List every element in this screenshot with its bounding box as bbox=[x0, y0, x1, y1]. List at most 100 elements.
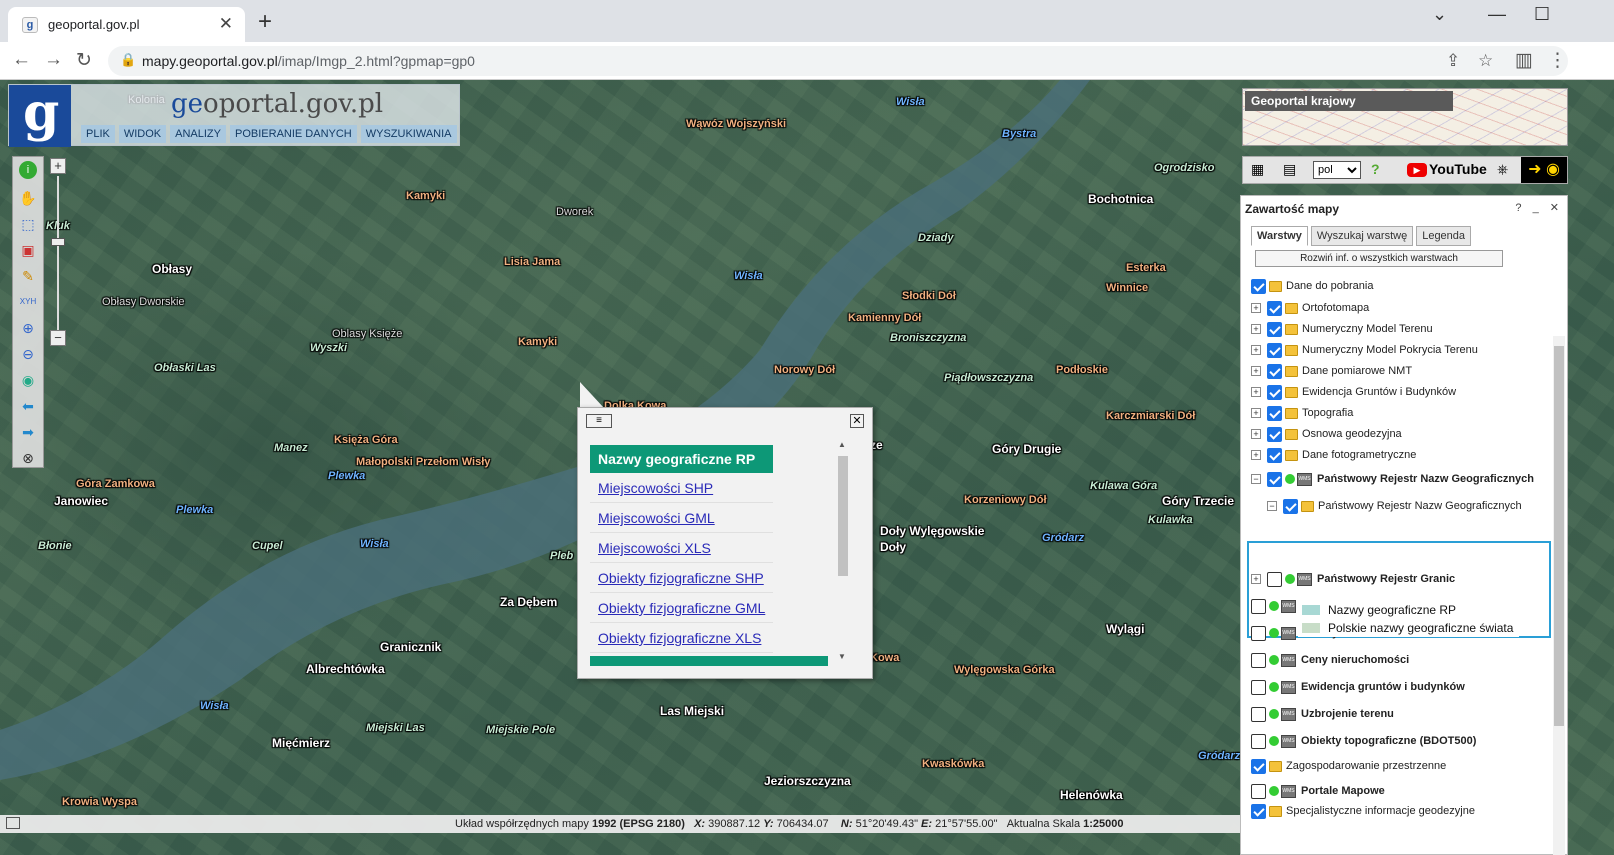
menu-analizy[interactable]: ANALIZY bbox=[170, 125, 226, 143]
popup-menu-icon[interactable]: ≡ bbox=[586, 414, 612, 428]
full-extent-globe-icon[interactable]: ◉ bbox=[17, 369, 39, 391]
expand-toggle-icon[interactable]: + bbox=[1251, 387, 1261, 397]
layer-checkbox[interactable] bbox=[1267, 384, 1282, 400]
reload-icon[interactable]: ↻ bbox=[76, 49, 92, 72]
layer-checkbox[interactable] bbox=[1267, 447, 1282, 463]
zoom-in-icon[interactable]: ⊕ bbox=[17, 317, 39, 339]
layer-checkbox[interactable] bbox=[1267, 471, 1282, 487]
expand-toggle-icon[interactable]: + bbox=[1251, 303, 1261, 313]
layer-label[interactable]: Ceny nieruchomości bbox=[1301, 654, 1409, 666]
status-toggle-icon[interactable] bbox=[6, 817, 20, 829]
layer-checkbox[interactable] bbox=[1267, 426, 1282, 442]
layer-checkbox[interactable] bbox=[1267, 300, 1282, 316]
browser-menu-icon[interactable]: ⋮ bbox=[1548, 49, 1567, 72]
back-arrow-icon[interactable]: ← bbox=[12, 49, 31, 71]
link-obiekty-xls[interactable]: Obiekty fizjograficzne XLS bbox=[590, 623, 773, 653]
popup-scrollbar[interactable]: ▲ ▼ bbox=[836, 438, 850, 664]
close-tab-icon[interactable]: ✕ bbox=[219, 14, 233, 34]
info-icon[interactable]: i bbox=[19, 161, 37, 179]
tab-legenda[interactable]: Legenda bbox=[1416, 226, 1472, 246]
menu-widok[interactable]: WIDOK bbox=[118, 125, 167, 143]
expand-toggle-icon[interactable]: + bbox=[1251, 574, 1261, 584]
layer-checkbox[interactable] bbox=[1251, 803, 1266, 819]
layer-label[interactable]: Numeryczny Model Terenu bbox=[1302, 323, 1433, 335]
zoom-slider-track[interactable] bbox=[57, 176, 59, 330]
url-input[interactable]: 🔒 mapy.geoportal.gov.pl/imap/Imgp_2.html… bbox=[108, 46, 1568, 76]
layer-label[interactable]: Państwowy Rejestr Granic bbox=[1317, 573, 1455, 585]
help-icon[interactable]: ? bbox=[1371, 161, 1380, 177]
layer-label[interactable]: Numeryczny Model Pokrycia Terenu bbox=[1302, 344, 1478, 356]
maximize-window-icon[interactable]: ☐ bbox=[1534, 4, 1550, 25]
share-icon[interactable]: ⇪ bbox=[1446, 51, 1460, 71]
layer-checkbox[interactable] bbox=[1251, 278, 1266, 294]
expand-toggle-icon[interactable]: + bbox=[1251, 450, 1261, 460]
layer-checkbox[interactable] bbox=[1251, 733, 1266, 749]
high-contrast-eye-icon[interactable]: ➜ ◉ bbox=[1521, 157, 1567, 183]
scroll-down-icon[interactable]: ▼ bbox=[838, 652, 846, 661]
accessibility-wheel-icon[interactable]: ⎈ bbox=[1497, 161, 1508, 178]
layer-label[interactable]: Ortofotomapa bbox=[1302, 302, 1369, 314]
zoom-slider-thumb[interactable] bbox=[51, 238, 65, 246]
layer-label[interactable]: Państwowy Rejestr Nazw Geograficznych bbox=[1317, 473, 1534, 485]
calculator-icon[interactable]: ▦ bbox=[1251, 161, 1264, 178]
layer-label[interactable]: Osnowa geodezyjna bbox=[1302, 428, 1402, 440]
expand-toggle-icon[interactable]: + bbox=[1251, 408, 1261, 418]
youtube-link[interactable]: ▶ YouTube bbox=[1407, 161, 1487, 178]
select-rectangle-icon[interactable]: ⬚ bbox=[17, 213, 39, 235]
window-minimize-chevron-icon[interactable]: ⌄ bbox=[1432, 4, 1447, 25]
next-view-arrow-icon[interactable]: ➡ bbox=[17, 421, 39, 443]
layer-checkbox[interactable] bbox=[1267, 571, 1282, 587]
layer-checkbox[interactable] bbox=[1267, 321, 1282, 337]
link-miejscowosci-xls[interactable]: Miejscowości XLS bbox=[590, 533, 773, 563]
layer-label[interactable]: Specjalistyczne informacje geodezyjne bbox=[1286, 805, 1475, 817]
forward-arrow-icon[interactable]: → bbox=[44, 49, 63, 71]
menu-pobieranie-danych[interactable]: POBIERANIE DANYCH bbox=[230, 125, 357, 143]
expand-toggle-icon[interactable]: + bbox=[1251, 429, 1261, 439]
expand-toggle-icon[interactable]: + bbox=[1251, 345, 1261, 355]
layer-checkbox[interactable] bbox=[1251, 758, 1266, 774]
language-select[interactable]: pol bbox=[1313, 161, 1361, 179]
zoom-slider[interactable]: + − bbox=[48, 158, 68, 348]
layer-checkbox[interactable] bbox=[1251, 783, 1266, 799]
map-canvas[interactable]: KoloniaWisłaWąwóz WojszyńskiBystraOgrodz… bbox=[0, 80, 1614, 855]
tab-warstwy[interactable]: Warstwy bbox=[1251, 226, 1308, 246]
layer-checkbox[interactable] bbox=[1251, 652, 1266, 668]
layer-label[interactable]: Topografia bbox=[1302, 407, 1353, 419]
layer-label[interactable]: Dane fotogrametryczne bbox=[1302, 449, 1416, 461]
link-miejscowosci-gml[interactable]: Miejscowości GML bbox=[590, 503, 773, 533]
layer-checkbox[interactable] bbox=[1283, 498, 1298, 514]
menu-plik[interactable]: PLIK bbox=[81, 125, 115, 143]
clear-icon[interactable]: ⊗ bbox=[17, 447, 39, 469]
layer-label[interactable]: Obiekty topograficzne (BDOT500) bbox=[1301, 735, 1476, 747]
layer-label[interactable]: Zagospodarowanie przestrzenne bbox=[1286, 760, 1446, 772]
zoom-slider-plus-icon[interactable]: + bbox=[50, 158, 66, 174]
expand-toggle-icon[interactable]: − bbox=[1251, 474, 1261, 484]
browser-tab[interactable]: g geoportal.gov.pl ✕ bbox=[8, 7, 245, 42]
panel-scrollbar[interactable] bbox=[1553, 336, 1565, 855]
layer-label[interactable]: Dane pomiarowe NMT bbox=[1302, 365, 1412, 377]
draw-pencil-icon[interactable]: ✎ bbox=[17, 265, 39, 287]
expand-toggle-icon[interactable]: + bbox=[1251, 324, 1261, 334]
sidebar-toggle-icon[interactable]: ▥ bbox=[1515, 49, 1533, 72]
layer-label[interactable]: Dane do pobrania bbox=[1286, 280, 1373, 292]
layer-checkbox[interactable] bbox=[1267, 405, 1282, 421]
layer-checkbox[interactable] bbox=[1251, 625, 1266, 641]
tab-wyszukaj-warstwe[interactable]: Wyszukaj warstwę bbox=[1310, 226, 1414, 246]
new-tab-button[interactable]: + bbox=[258, 8, 272, 36]
bookmark-star-icon[interactable]: ☆ bbox=[1478, 51, 1493, 71]
pan-hand-icon[interactable]: ✋ bbox=[17, 187, 39, 209]
select-area-icon[interactable]: ▣ bbox=[17, 239, 39, 261]
panel-controls[interactable]: ? _ ✕ bbox=[1515, 201, 1563, 214]
link-miejscowosci-shp[interactable]: Miejscowości SHP bbox=[590, 473, 773, 503]
geoportal-logo[interactable]: g bbox=[9, 85, 71, 147]
scroll-up-icon[interactable]: ▲ bbox=[838, 440, 846, 449]
overview-minimap[interactable]: Geoportal krajowy bbox=[1242, 88, 1568, 146]
minimize-window-icon[interactable]: — bbox=[1488, 4, 1506, 25]
layer-label[interactable]: Ewidencja gruntów i budynków bbox=[1301, 681, 1465, 693]
layer-label[interactable]: Portale Mapowe bbox=[1301, 785, 1385, 797]
zoom-out-icon[interactable]: ⊖ bbox=[17, 343, 39, 365]
layer-label[interactable]: Ewidencja Gruntów i Budynków bbox=[1302, 386, 1456, 398]
expand-all-info-button[interactable]: Rozwiń inf. o wszystkich warstwach bbox=[1255, 250, 1503, 267]
link-obiekty-shp[interactable]: Obiekty fizjograficzne SHP bbox=[590, 563, 773, 593]
layer-checkbox[interactable] bbox=[1251, 679, 1266, 695]
